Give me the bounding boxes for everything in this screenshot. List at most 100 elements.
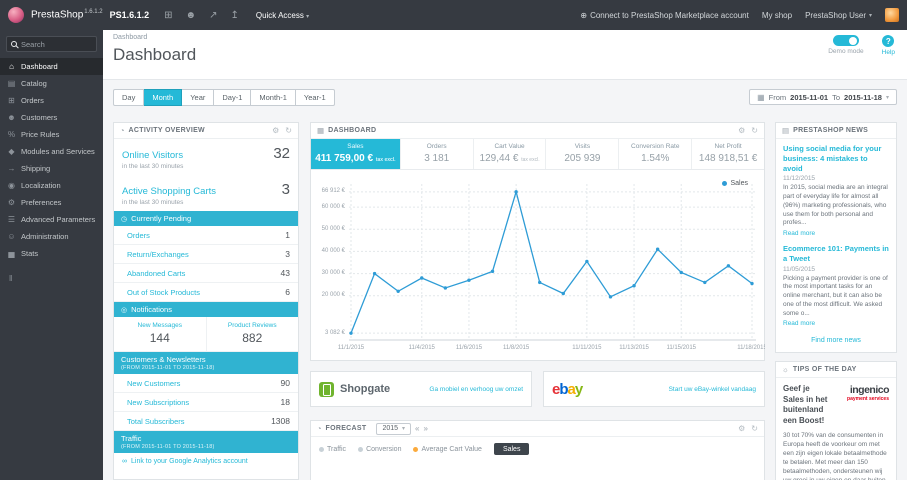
range-button-year[interactable]: Year bbox=[182, 88, 215, 106]
kpi-cart-value[interactable]: Cart Value 129,44 € tax excl. bbox=[474, 139, 547, 169]
refresh-icon[interactable]: ↻ bbox=[751, 126, 758, 135]
legend-label: Average Cart Value bbox=[421, 445, 482, 453]
sidebar-item-label: Orders bbox=[21, 96, 44, 105]
cart-icon[interactable]: ⊞ bbox=[164, 10, 172, 21]
forecast-legend-sales[interactable]: Sales bbox=[493, 443, 530, 455]
active-carts-sub: in the last 30 minutes bbox=[122, 199, 184, 206]
total-subscribers-link[interactable]: Total Subscribers bbox=[127, 417, 185, 426]
sidebar-item-dashboard[interactable]: ⌂ Dashboard bbox=[0, 58, 103, 75]
range-button-day-1[interactable]: Day-1 bbox=[214, 88, 252, 106]
new-subscriptions-link[interactable]: New Subscriptions bbox=[127, 398, 189, 407]
sales-chart: 66 912 € 60 000 € 50 000 € 40 000 € 30 000 €… bbox=[311, 170, 764, 343]
next-year-icon[interactable]: » bbox=[423, 424, 427, 433]
kpi-conversion-rate[interactable]: Conversion Rate 1.54% bbox=[619, 139, 693, 169]
help-control[interactable]: ? Help bbox=[882, 35, 895, 56]
product-reviews-cell[interactable]: Product Reviews 882 bbox=[207, 317, 299, 351]
user-avatar[interactable] bbox=[885, 8, 899, 22]
forecast-legend-conversion[interactable]: Conversion bbox=[358, 446, 401, 453]
percent-icon: % bbox=[7, 130, 16, 139]
news-article-title[interactable]: Ecommerce 101: Payments in a Tweet bbox=[783, 244, 889, 264]
quick-access-menu[interactable]: Quick Access ▾ bbox=[256, 11, 309, 20]
quick-access-label: Quick Access bbox=[255, 10, 304, 20]
returns-link[interactable]: Return/Exchanges bbox=[127, 250, 189, 259]
range-button-month[interactable]: Month bbox=[144, 88, 183, 106]
sidebar-search[interactable] bbox=[6, 36, 97, 52]
new-messages-cell[interactable]: New Messages 144 bbox=[114, 317, 207, 351]
sidebar-item-orders[interactable]: ⊞ Orders bbox=[0, 92, 103, 109]
activity-overview-panel: ◔ ACTIVITY OVERVIEW ⚙ ↻ Online Visitors … bbox=[113, 122, 299, 480]
returns-row: Return/Exchanges 3 bbox=[114, 245, 298, 264]
ebay-link[interactable]: Start uw eBay-winkel vandaag bbox=[669, 386, 756, 393]
sidebar-item-modules-and-services[interactable]: ◆ Modules and Services bbox=[0, 143, 103, 160]
kpi-net-profit[interactable]: Net Profit 148 918,51 € bbox=[692, 139, 764, 169]
read-more-link[interactable]: Read more bbox=[783, 230, 889, 237]
person-icon[interactable]: ☻ bbox=[186, 10, 197, 21]
sidebar-item-advanced-parameters[interactable]: ☰ Advanced Parameters bbox=[0, 211, 103, 228]
refresh-icon[interactable]: ↻ bbox=[751, 424, 758, 433]
read-more-link[interactable]: Read more bbox=[783, 320, 889, 327]
gear-icon[interactable]: ⚙ bbox=[738, 126, 745, 135]
legend-dot bbox=[413, 446, 419, 452]
sales-legend-label: Sales bbox=[730, 180, 748, 187]
kpi-sales[interactable]: Sales 411 759,00 € tax excl. bbox=[311, 139, 401, 169]
abandoned-carts-link[interactable]: Abandoned Carts bbox=[127, 269, 185, 278]
demo-mode-toggle[interactable] bbox=[832, 35, 859, 46]
search-input[interactable] bbox=[21, 39, 91, 49]
news-article-title[interactable]: Using social media for your business: 4 … bbox=[783, 144, 889, 173]
trend-icon[interactable]: ↗ bbox=[209, 10, 217, 21]
date-range-picker[interactable]: ▦ From 2015-11-01 To 2015-11-18 ▾ bbox=[749, 89, 897, 105]
sidebar-menu: ⌂ Dashboard ▤ Catalog ⊞ Orders ☻ Custome… bbox=[0, 58, 103, 262]
my-shop-link[interactable]: My shop bbox=[762, 11, 792, 20]
sidebar-item-catalog[interactable]: ▤ Catalog bbox=[0, 75, 103, 92]
sales-chart-plot[interactable]: Sales bbox=[349, 178, 756, 343]
sidebar-collapse-icon[interactable]: ‖ bbox=[0, 274, 103, 283]
kpi-visits[interactable]: Visits 205 939 bbox=[546, 139, 620, 169]
sidebar-item-customers[interactable]: ☻ Customers bbox=[0, 109, 103, 126]
sidebar-item-preferences[interactable]: ⚙ Preferences bbox=[0, 194, 103, 211]
sidebar-item-price-rules[interactable]: % Price Rules bbox=[0, 126, 103, 143]
total-subscribers-row: Total Subscribers 1308 bbox=[114, 412, 298, 431]
sidebar-item-label: Dashboard bbox=[21, 62, 58, 71]
brand-name: PrestaShop1.6.1.2 bbox=[31, 9, 103, 20]
out-of-stock-link[interactable]: Out of Stock Products bbox=[127, 288, 200, 297]
kpi-orders[interactable]: Orders 3 181 bbox=[401, 139, 474, 169]
active-carts-link[interactable]: Active Shopping Carts bbox=[122, 186, 216, 197]
shopgate-name: Shopgate bbox=[340, 383, 391, 395]
shopgate-module[interactable]: Shopgate Ga mobiel en verhoog uw omzet bbox=[310, 371, 532, 407]
main-content: Dashboard Dashboard Demo mode ? Help Day… bbox=[103, 30, 907, 480]
help-icon[interactable]: ? bbox=[882, 35, 895, 47]
gear-icon[interactable]: ⚙ bbox=[272, 126, 279, 135]
panel-title: ACTIVITY OVERVIEW bbox=[128, 127, 205, 134]
caret-down-icon: ▾ bbox=[885, 94, 889, 101]
find-more-news-link[interactable]: Find more news bbox=[783, 334, 889, 350]
google-analytics-link[interactable]: ∞ Link to your Google Analytics account bbox=[114, 453, 298, 470]
shopgate-link[interactable]: Ga mobiel en verhoog uw omzet bbox=[429, 386, 523, 393]
chart-legend: Sales bbox=[722, 180, 748, 187]
range-button-year-1[interactable]: Year-1 bbox=[295, 88, 335, 106]
user-menu[interactable]: PrestaShop User ▾ bbox=[805, 11, 872, 20]
gear-icon[interactable]: ⚙ bbox=[738, 424, 745, 433]
sidebar-item-localization[interactable]: ◉ Localization bbox=[0, 177, 103, 194]
refresh-icon[interactable]: ↻ bbox=[285, 126, 292, 135]
sidebar-item-administration[interactable]: ☺ Administration bbox=[0, 228, 103, 245]
tips-headline: Geef je Sales in het buitenland een Boos… bbox=[783, 384, 828, 425]
sidebar-item-shipping[interactable]: → Shipping bbox=[0, 160, 103, 177]
forecast-legend-traffic[interactable]: Traffic bbox=[319, 446, 346, 453]
rocket-icon[interactable]: ↥ bbox=[230, 10, 238, 21]
forecast-legend-average-cart-value[interactable]: Average Cart Value bbox=[413, 445, 482, 453]
prestashop-logo[interactable] bbox=[8, 7, 24, 23]
demo-mode-label: Demo mode bbox=[828, 48, 864, 55]
online-visitors-link[interactable]: Online Visitors bbox=[122, 150, 183, 161]
to-label: To bbox=[832, 92, 841, 102]
range-button-month-1[interactable]: Month-1 bbox=[251, 88, 296, 106]
sidebar-item-stats[interactable]: ▅ Stats bbox=[0, 245, 103, 262]
new-customers-link[interactable]: New Customers bbox=[127, 379, 180, 388]
range-button-day[interactable]: Day bbox=[113, 88, 145, 106]
forecast-year-select[interactable]: 2015 ▾ bbox=[376, 422, 412, 435]
marketplace-link[interactable]: ⊕ Connect to PrestaShop Marketplace acco… bbox=[580, 11, 748, 20]
forecast-panel: ◔ FORECAST 2015 ▾ « » ⚙ ↻ Traffic Conver… bbox=[310, 420, 765, 480]
legend-dot bbox=[358, 446, 364, 452]
previous-year-icon[interactable]: « bbox=[415, 424, 419, 433]
ebay-module[interactable]: ebay Start uw eBay-winkel vandaag bbox=[543, 371, 765, 407]
pending-orders-link[interactable]: Orders bbox=[127, 231, 150, 240]
